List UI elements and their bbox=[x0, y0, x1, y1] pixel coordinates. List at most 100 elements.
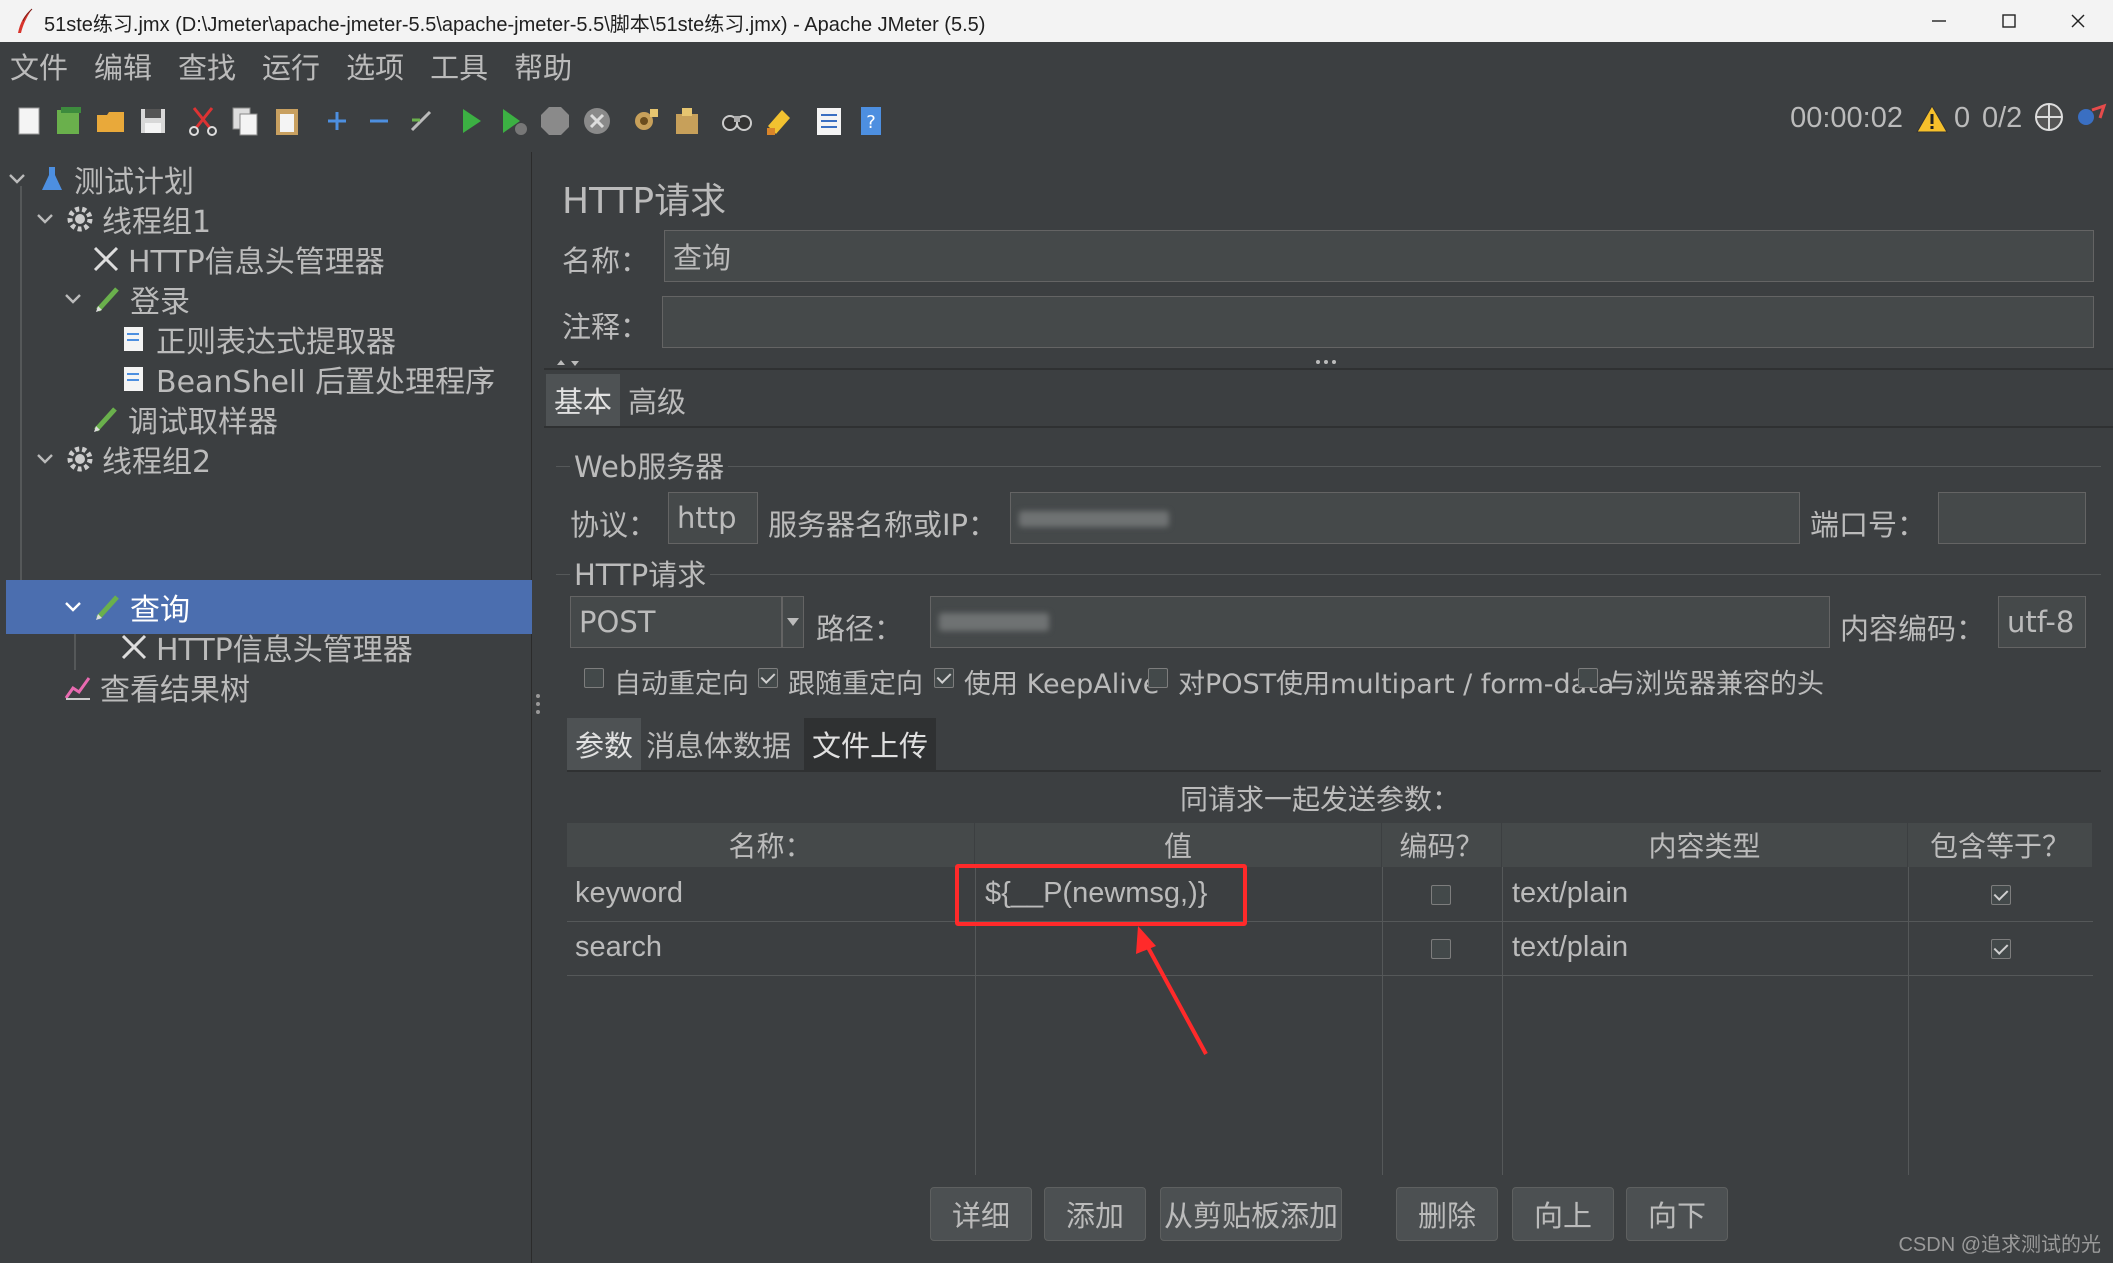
param-include-equals-checkbox[interactable] bbox=[1991, 939, 2011, 959]
tree-node-view-results-tree[interactable]: 查看结果树 bbox=[0, 660, 532, 714]
method-dropdown-button[interactable] bbox=[782, 596, 804, 648]
clear-all-button[interactable] bbox=[670, 104, 704, 138]
divider-handle[interactable] bbox=[1314, 358, 1338, 366]
start-no-pause-button[interactable] bbox=[496, 104, 530, 138]
menu-options[interactable]: 选项 bbox=[344, 45, 406, 87]
copy-icon bbox=[232, 107, 258, 136]
warning-icon[interactable] bbox=[1916, 104, 1948, 134]
globe-icon bbox=[2035, 103, 2063, 131]
delete-button[interactable]: 删除 bbox=[1396, 1187, 1498, 1241]
jmeter-feather-icon bbox=[18, 8, 33, 33]
auto-redirect-checkbox[interactable] bbox=[584, 668, 604, 688]
menu-search[interactable]: 查找 bbox=[176, 45, 238, 87]
start-icon bbox=[463, 109, 481, 133]
maximize-icon bbox=[2002, 14, 2016, 28]
shutdown-button[interactable] bbox=[580, 104, 614, 138]
multipart-checkbox[interactable] bbox=[1148, 668, 1168, 688]
function-helper-button[interactable] bbox=[812, 104, 846, 138]
protocol-field[interactable]: http bbox=[668, 492, 758, 544]
copy-button[interactable] bbox=[228, 104, 262, 138]
method-select[interactable]: POST bbox=[570, 596, 782, 648]
save-button[interactable] bbox=[136, 104, 170, 138]
move-down-button[interactable]: 向下 bbox=[1626, 1187, 1728, 1241]
param-name-search[interactable]: search bbox=[575, 931, 662, 964]
stop-icon bbox=[541, 107, 569, 135]
menu-tools[interactable]: 工具 bbox=[428, 45, 490, 87]
collapse-icon bbox=[370, 119, 388, 123]
start-button[interactable] bbox=[454, 104, 488, 138]
gear-icon bbox=[64, 203, 96, 235]
search-button[interactable] bbox=[720, 104, 754, 138]
chevron-down-icon bbox=[65, 294, 81, 304]
tab-body-data[interactable]: 消息体数据 bbox=[638, 718, 799, 770]
tab-file-upload[interactable]: 文件上传 bbox=[804, 718, 937, 770]
method-value: POST bbox=[579, 605, 656, 639]
templates-button[interactable] bbox=[52, 104, 86, 138]
param-encode-checkbox[interactable] bbox=[1431, 885, 1451, 905]
column-header-value[interactable]: 值 bbox=[975, 823, 1382, 867]
multipart-label: 对POST使用multipart / form-data bbox=[1178, 669, 1615, 700]
port-field[interactable] bbox=[1938, 492, 2086, 544]
cut-button[interactable] bbox=[186, 104, 220, 138]
highlight-box bbox=[955, 864, 1247, 926]
paste-button[interactable] bbox=[270, 104, 304, 138]
toggle-button[interactable] bbox=[404, 104, 438, 138]
column-header-name[interactable]: 名称： bbox=[567, 823, 975, 867]
protocol-label: 协议： bbox=[570, 508, 658, 542]
http-request-section-title: HTTP请求 bbox=[570, 552, 711, 594]
column-header-content-type[interactable]: 内容类型 bbox=[1502, 823, 1908, 867]
name-field[interactable]: 查询 bbox=[664, 230, 2094, 282]
param-content-type[interactable]: text/plain bbox=[1512, 877, 1628, 910]
help-button[interactable]: ? bbox=[854, 104, 888, 138]
open-icon bbox=[97, 112, 124, 132]
column-header-encode[interactable]: 编码？ bbox=[1382, 823, 1502, 867]
open-button[interactable] bbox=[94, 104, 128, 138]
stop-button[interactable] bbox=[538, 104, 572, 138]
menu-help[interactable]: 帮助 bbox=[512, 45, 574, 87]
clear-button[interactable] bbox=[628, 104, 662, 138]
arrow-annotation-icon bbox=[1136, 926, 1208, 1055]
web-server-section-title: Web服务器 bbox=[570, 444, 729, 486]
new-icon bbox=[18, 107, 40, 135]
menu-edit[interactable]: 编辑 bbox=[92, 45, 154, 87]
chevron-down-icon bbox=[787, 618, 799, 626]
window-title: 51ste练习.jmx (D:\Jmeter\apache-jmeter-5.5… bbox=[44, 14, 986, 36]
server-label: 服务器名称或IP： bbox=[768, 508, 998, 542]
add-button[interactable]: 添加 bbox=[1044, 1187, 1146, 1241]
expand-button[interactable] bbox=[320, 104, 354, 138]
close-button[interactable] bbox=[2043, 0, 2113, 42]
browser-headers-checkbox[interactable] bbox=[1578, 668, 1598, 688]
name-label: 名称： bbox=[562, 244, 650, 278]
minimize-button[interactable] bbox=[1904, 0, 1974, 42]
port-label: 端口号： bbox=[1810, 508, 1927, 542]
chevron-down-icon bbox=[9, 174, 25, 184]
pencil-icon bbox=[92, 283, 124, 315]
tab-advanced[interactable]: 高级 bbox=[620, 374, 694, 426]
encoding-field[interactable]: utf-8 bbox=[1998, 596, 2086, 648]
param-name-keyword[interactable]: keyword bbox=[575, 877, 683, 910]
path-field[interactable] bbox=[930, 596, 1830, 648]
param-encode-checkbox[interactable] bbox=[1431, 939, 1451, 959]
tab-basic[interactable]: 基本 bbox=[546, 374, 621, 426]
reset-search-button[interactable] bbox=[762, 104, 796, 138]
add-from-clipboard-button[interactable]: 从剪贴板添加 bbox=[1160, 1187, 1342, 1241]
menu-file[interactable]: 文件 bbox=[8, 45, 70, 87]
new-button[interactable] bbox=[12, 104, 46, 138]
auto-redirect-label: 自动重定向 bbox=[614, 669, 749, 700]
param-include-equals-checkbox[interactable] bbox=[1991, 885, 2011, 905]
server-field[interactable] bbox=[1010, 492, 1800, 544]
maximize-button[interactable] bbox=[1974, 0, 2044, 42]
keepalive-checkbox[interactable] bbox=[934, 668, 954, 688]
detail-button[interactable]: 详细 bbox=[930, 1187, 1032, 1241]
tab-parameters[interactable]: 参数 bbox=[567, 718, 642, 770]
follow-redirect-checkbox[interactable] bbox=[758, 668, 778, 688]
splitter-handle[interactable] bbox=[534, 692, 542, 716]
move-up-button[interactable]: 向上 bbox=[1512, 1187, 1614, 1241]
param-content-type[interactable]: text/plain bbox=[1512, 931, 1628, 964]
comment-field[interactable] bbox=[662, 296, 2094, 348]
collapse-button[interactable] bbox=[362, 104, 396, 138]
menu-run[interactable]: 运行 bbox=[260, 45, 322, 87]
tree-node-thread-group-2[interactable]: 线程组2 bbox=[0, 432, 532, 486]
follow-redirect-label: 跟随重定向 bbox=[788, 669, 923, 700]
column-header-include-equals[interactable]: 包含等于？ bbox=[1908, 823, 2093, 867]
